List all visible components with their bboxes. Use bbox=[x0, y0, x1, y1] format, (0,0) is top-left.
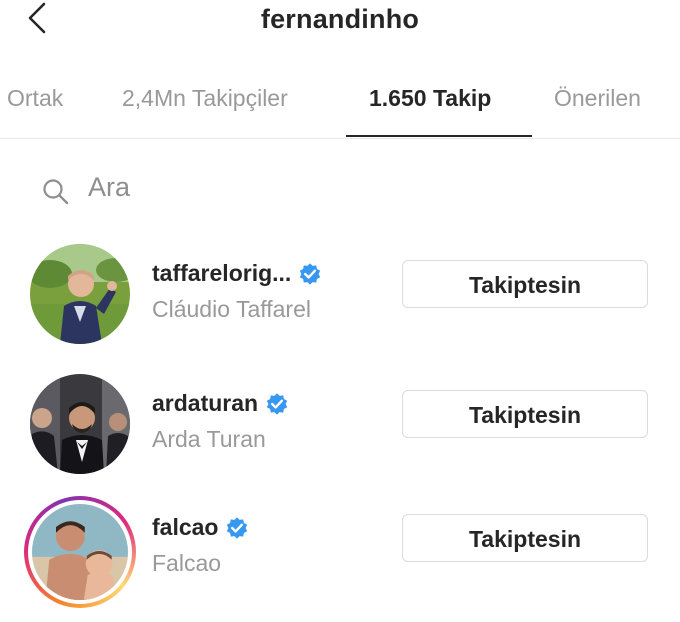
tab-followers[interactable]: 2,4Mn Takipçiler bbox=[122, 78, 288, 136]
username-link[interactable]: ardaturan bbox=[152, 390, 290, 422]
full-name: Arda Turan bbox=[152, 426, 266, 452]
avatar[interactable] bbox=[28, 242, 132, 346]
tab-mutual[interactable]: Ortak bbox=[7, 78, 63, 136]
username: taffarelorig... bbox=[152, 260, 292, 286]
page-title: fernandinho bbox=[260, 4, 420, 34]
username-link[interactable]: falcao bbox=[152, 514, 250, 546]
avatar[interactable] bbox=[24, 496, 136, 608]
verified-badge-icon bbox=[264, 391, 290, 417]
avatar-photo bbox=[30, 374, 130, 474]
full-name: Falcao bbox=[152, 550, 222, 576]
following-button[interactable]: Takiptesin bbox=[402, 260, 648, 308]
verified-badge-icon bbox=[224, 515, 250, 541]
tab-bar: Ortak 2,4Mn Takipçiler 1.650 Takip Öneri… bbox=[0, 78, 680, 139]
header: fernandinho bbox=[0, 0, 680, 44]
username: falcao bbox=[152, 514, 219, 540]
search-input[interactable]: Ara bbox=[40, 168, 640, 212]
tab-suggested[interactable]: Önerilen bbox=[554, 78, 641, 136]
avatar-photo bbox=[32, 504, 128, 600]
search-placeholder: Ara bbox=[88, 172, 131, 202]
active-tab-indicator bbox=[346, 135, 532, 137]
list-item: falcao Falcao Takiptesin bbox=[0, 496, 680, 622]
avatar-photo bbox=[30, 244, 130, 344]
list-item: taffarelorig... Cláudio Taffarel Takipte… bbox=[0, 242, 680, 368]
full-name: Cláudio Taffarel bbox=[152, 296, 311, 322]
username: ardaturan bbox=[152, 390, 259, 416]
tab-following[interactable]: 1.650 Takip bbox=[369, 78, 491, 136]
verified-badge-icon bbox=[297, 261, 323, 287]
list-item: ardaturan Arda Turan Takiptesin bbox=[0, 372, 680, 498]
avatar[interactable] bbox=[28, 372, 132, 476]
following-button[interactable]: Takiptesin bbox=[402, 390, 648, 438]
following-button[interactable]: Takiptesin bbox=[402, 514, 648, 562]
search-icon bbox=[43, 179, 69, 205]
username-link[interactable]: taffarelorig... bbox=[152, 260, 323, 292]
